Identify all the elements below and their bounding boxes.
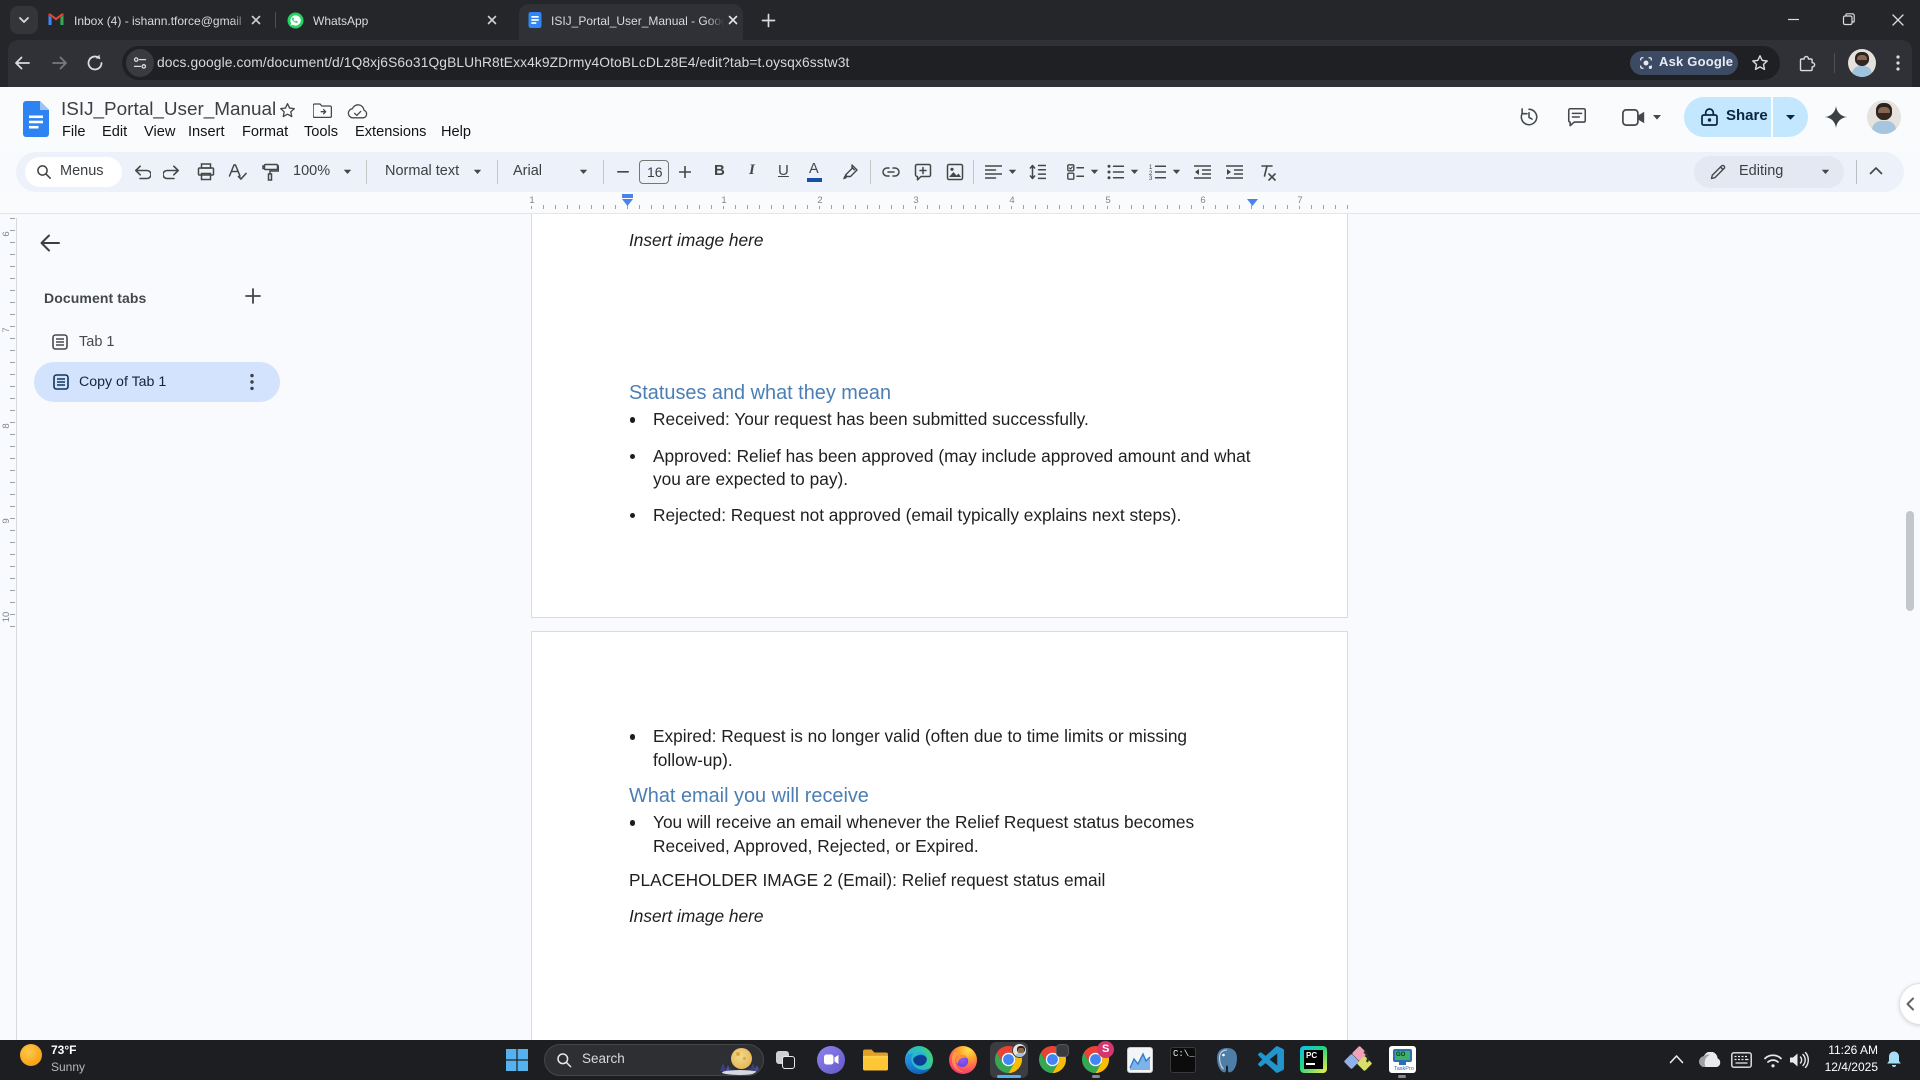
svg-text:3: 3: [1149, 176, 1153, 180]
